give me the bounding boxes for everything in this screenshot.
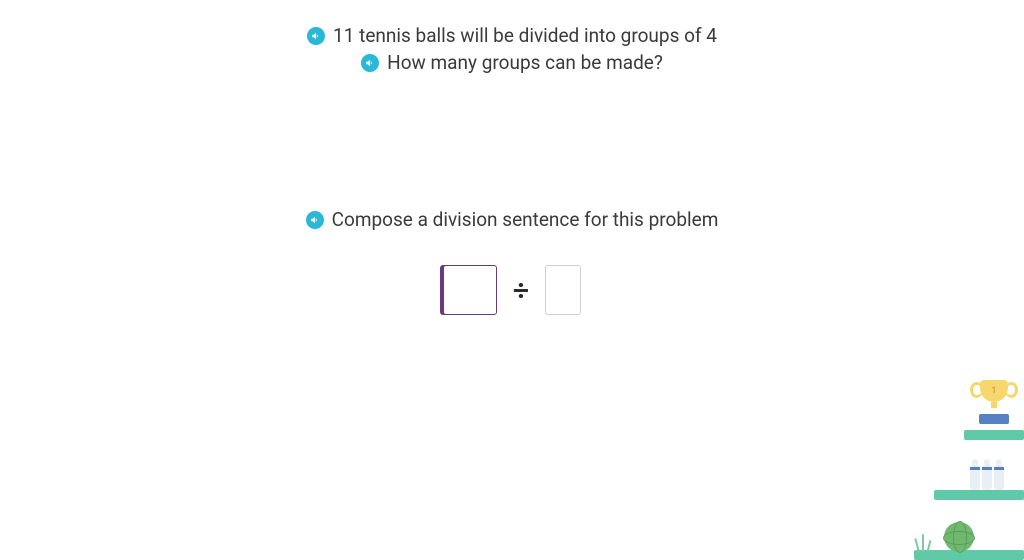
problem-text-2: How many groups can be made?: [387, 51, 663, 74]
shelf: [964, 430, 1024, 440]
problem-line-2: How many groups can be made?: [361, 51, 663, 74]
speaker-icon[interactable]: [361, 54, 379, 72]
trophy-icon: 1: [974, 380, 1014, 430]
instruction-text: Compose a division sentence for this pro…: [332, 208, 719, 231]
grass-icon: [914, 534, 934, 552]
bowling-pins-icon: [970, 464, 1004, 490]
problem-content: 11 tennis balls will be divided into gro…: [0, 0, 1024, 315]
shelf: [934, 490, 1024, 500]
problem-text-1: 11 tennis balls will be divided into gro…: [333, 24, 717, 47]
speaker-icon[interactable]: [306, 211, 324, 229]
division-operator: ÷: [513, 274, 529, 307]
equation-row: ÷: [443, 265, 581, 315]
problem-line-1: 11 tennis balls will be divided into gro…: [307, 24, 717, 47]
decoration-illustration: 1: [884, 360, 1024, 560]
divisor-input[interactable]: [545, 265, 581, 315]
speaker-icon[interactable]: [307, 27, 325, 45]
dividend-input[interactable]: [443, 265, 497, 315]
instruction-line: Compose a division sentence for this pro…: [306, 208, 719, 231]
basketball-icon: [944, 522, 974, 552]
trophy-label: 1: [980, 386, 1008, 396]
